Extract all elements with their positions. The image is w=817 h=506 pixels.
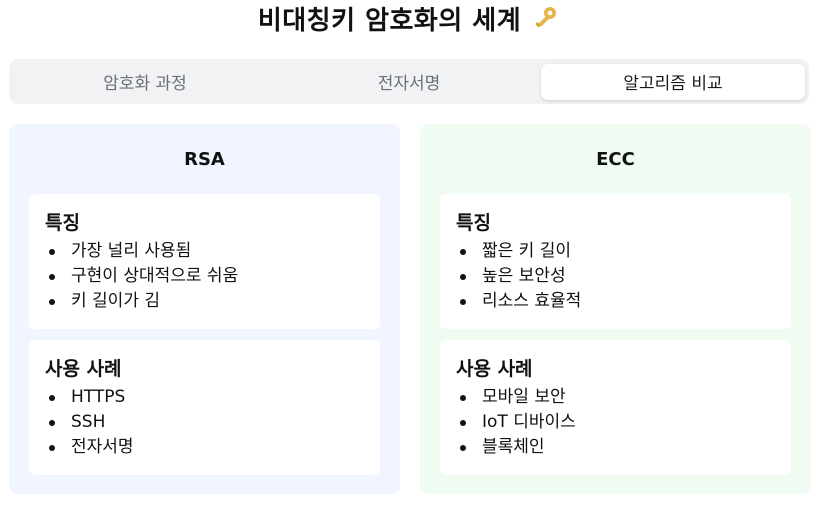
- list-item-text: 높은 보안성: [482, 266, 566, 286]
- list-item: 높은 보안성: [456, 264, 775, 289]
- bullet-icon: [460, 298, 466, 305]
- use-cases-card: 사용 사례 모바일 보안 IoT 디바이스 블록체인: [440, 340, 791, 475]
- list-item: 전자서명: [45, 435, 364, 460]
- bullet-icon: [460, 444, 466, 451]
- features-card: 특징 가장 널리 사용됨 구현이 상대적으로 쉬움 키 길이가 김: [29, 194, 380, 329]
- card-heading: 특징: [45, 212, 80, 234]
- list-item: 구현이 상대적으로 쉬움: [45, 264, 364, 289]
- tab-label: 암호화 과정: [103, 74, 187, 94]
- bullet-icon: [49, 273, 55, 280]
- list-item-text: 전자서명: [71, 437, 134, 457]
- use-cases-list: HTTPS SSH 전자서명: [45, 385, 364, 460]
- list-item: 리소스 효율적: [456, 289, 775, 314]
- bullet-icon: [460, 394, 466, 401]
- bullet-icon: [460, 273, 466, 280]
- list-item-text: 블록체인: [482, 437, 545, 457]
- panel-title: ECC: [596, 148, 635, 170]
- list-item-text: 모바일 보안: [482, 387, 566, 407]
- use-cases-list: 모바일 보안 IoT 디바이스 블록체인: [456, 385, 775, 460]
- list-item-text: 키 길이가 김: [71, 291, 161, 311]
- list-item-text: 구현이 상대적으로 쉬움: [71, 266, 239, 286]
- list-item-text: IoT 디바이스: [482, 412, 576, 432]
- features-list: 짧은 키 길이 높은 보안성 리소스 효율적: [456, 239, 775, 314]
- list-item-text: 가장 널리 사용됨: [71, 241, 192, 261]
- use-cases-card: 사용 사례 HTTPS SSH 전자서명: [29, 340, 380, 475]
- list-item: HTTPS: [45, 385, 364, 410]
- tab-encryption-process[interactable]: 암호화 과정: [13, 64, 277, 100]
- tab-label: 알고리즘 비교: [623, 74, 723, 94]
- bullet-icon: [49, 394, 55, 401]
- list-item: 블록체인: [456, 435, 775, 460]
- bullet-icon: [49, 298, 55, 305]
- list-item: 짧은 키 길이: [456, 239, 775, 264]
- bullet-icon: [460, 419, 466, 426]
- card-heading: 사용 사례: [45, 358, 122, 380]
- list-item: 키 길이가 김: [45, 289, 364, 314]
- ecc-panel: ECC 특징 짧은 키 길이 높은 보안성 리소스 효율적 사용 사례 모바일 …: [420, 124, 811, 494]
- list-item: 가장 널리 사용됨: [45, 239, 364, 264]
- bullet-icon: [49, 248, 55, 255]
- list-item-text: 리소스 효율적: [482, 291, 582, 311]
- bullet-icon: [49, 419, 55, 426]
- bullet-icon: [49, 444, 55, 451]
- tab-algorithm-comparison[interactable]: 알고리즘 비교: [541, 63, 805, 100]
- list-item-text: HTTPS: [71, 387, 126, 407]
- key-icon: [533, 5, 559, 31]
- page-title-text: 비대칭키 암호화의 세계: [257, 5, 522, 36]
- list-item: 모바일 보안: [456, 385, 775, 410]
- features-list: 가장 널리 사용됨 구현이 상대적으로 쉬움 키 길이가 김: [45, 239, 364, 314]
- list-item: SSH: [45, 410, 364, 435]
- bullet-icon: [460, 248, 466, 255]
- tab-label: 전자서명: [377, 74, 441, 94]
- tab-digital-signature[interactable]: 전자서명: [277, 64, 541, 100]
- list-item-text: 짧은 키 길이: [482, 241, 572, 261]
- list-item: IoT 디바이스: [456, 410, 775, 435]
- rsa-panel: RSA 특징 가장 널리 사용됨 구현이 상대적으로 쉬움 키 길이가 김 사용…: [9, 124, 400, 494]
- panel-title: RSA: [184, 148, 225, 170]
- tab-bar: 암호화 과정 전자서명 알고리즘 비교: [9, 59, 809, 104]
- features-card: 특징 짧은 키 길이 높은 보안성 리소스 효율적: [440, 194, 791, 329]
- card-heading: 사용 사례: [456, 358, 533, 380]
- card-heading: 특징: [456, 212, 491, 234]
- page-title: 비대칭키 암호화의 세계: [0, 0, 817, 36]
- list-item-text: SSH: [71, 412, 106, 432]
